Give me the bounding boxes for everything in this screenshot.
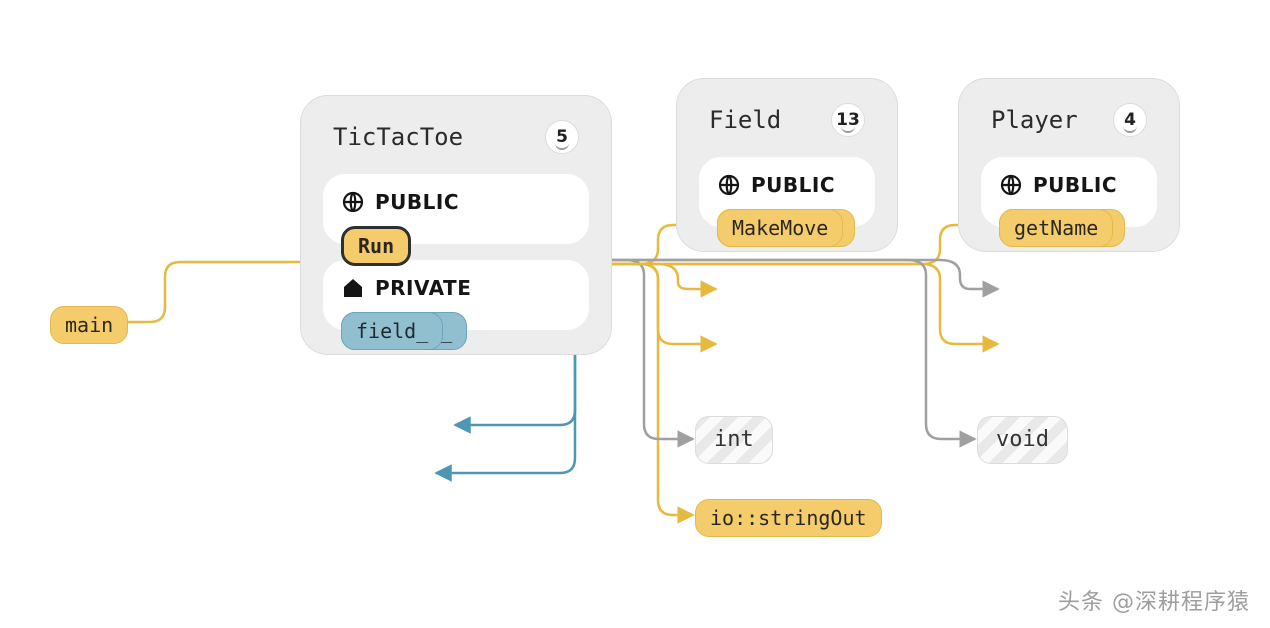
globe-icon — [717, 173, 741, 197]
class-tictactoe[interactable]: TicTacToe 5 PUBLIC Run PRIVATE players_ — [300, 95, 612, 355]
method-makemove-label: MakeMove — [732, 216, 828, 240]
entry-main-label: main — [65, 313, 113, 337]
type-int[interactable]: int — [695, 416, 773, 464]
public-label: PUBLIC — [1033, 173, 1117, 197]
class-field-header: Field 13 — [699, 101, 875, 151]
tictactoe-private-section: PRIVATE players_ field_ — [323, 260, 589, 330]
fn-stringout[interactable]: io::stringOut — [695, 499, 882, 537]
type-int-label: int — [714, 427, 754, 453]
public-label: PUBLIC — [751, 173, 835, 197]
tictactoe-public-section: PUBLIC Run — [323, 174, 589, 244]
globe-icon — [341, 190, 365, 214]
type-void-label: void — [996, 427, 1049, 453]
class-player[interactable]: Player 4 PUBLIC Turn getToken getName — [958, 78, 1180, 252]
method-run[interactable]: Run — [341, 226, 411, 266]
class-field-count[interactable]: 13 — [831, 103, 865, 137]
class-field-name: Field — [709, 106, 781, 134]
player-public-section: PUBLIC Turn getToken getName — [981, 157, 1157, 227]
class-player-header: Player 4 — [981, 101, 1157, 151]
method-getname[interactable]: getName — [999, 209, 1113, 247]
method-getname-label: getName — [1014, 216, 1098, 240]
member-field[interactable]: field_ — [341, 312, 443, 350]
type-void[interactable]: void — [977, 416, 1068, 464]
method-run-label: Run — [358, 234, 394, 258]
public-label: PUBLIC — [375, 190, 459, 214]
class-tictactoe-count[interactable]: 5 — [545, 120, 579, 154]
entry-main[interactable]: main — [50, 306, 128, 344]
class-field[interactable]: Field 13 PUBLIC Show SameInRow MakeMove — [676, 78, 898, 252]
class-player-count[interactable]: 4 — [1113, 103, 1147, 137]
fn-stringout-label: io::stringOut — [710, 506, 867, 530]
class-player-name: Player — [991, 106, 1078, 134]
field-public-section: PUBLIC Show SameInRow MakeMove — [699, 157, 875, 227]
member-field-label: field_ — [356, 319, 428, 343]
private-label: PRIVATE — [375, 276, 471, 300]
watermark: 头条 @深耕程序猿 — [1058, 584, 1250, 616]
home-icon — [341, 276, 365, 300]
method-makemove[interactable]: MakeMove — [717, 209, 843, 247]
globe-icon — [999, 173, 1023, 197]
class-tictactoe-header: TicTacToe 5 — [323, 118, 589, 168]
class-tictactoe-name: TicTacToe — [333, 123, 463, 151]
